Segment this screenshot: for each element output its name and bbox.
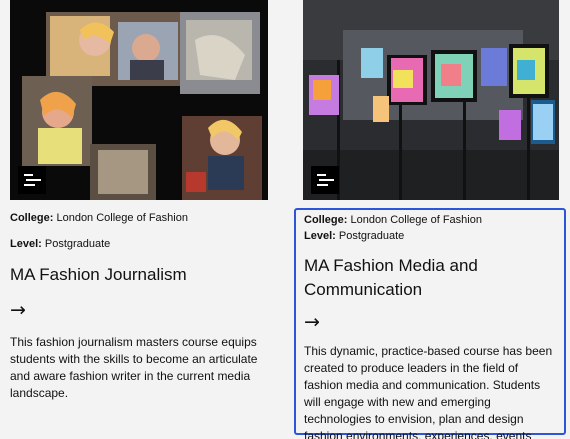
menu-lines-icon: [311, 166, 339, 194]
collage-photo: [10, 0, 268, 200]
course-description: This dynamic, practice-based course has …: [304, 344, 553, 439]
college-line: College: London College of Fashion: [304, 214, 482, 226]
course-image-fashion-journalism[interactable]: [10, 0, 268, 200]
focused-course-info[interactable]: College: London College of Fashion Level…: [294, 208, 566, 439]
course-card-fashion-journalism[interactable]: College: London College of Fashion Level…: [10, 0, 268, 402]
installation-photo: [303, 0, 559, 200]
arrow-right-icon[interactable]: →: [304, 312, 320, 332]
college-line: College: London College of Fashion: [10, 212, 188, 224]
course-card-fashion-media-communication[interactable]: [303, 0, 559, 200]
level-line: Level: Postgraduate: [10, 238, 111, 250]
arrow-right-icon[interactable]: →: [10, 300, 26, 320]
level-line: Level: Postgraduate: [304, 230, 405, 242]
course-title[interactable]: MA Fashion Journalism: [10, 263, 268, 287]
course-title[interactable]: MA Fashion Media and Communication: [304, 254, 556, 302]
course-image-fashion-media-communication[interactable]: [303, 0, 559, 200]
course-description: This fashion journalism masters course e…: [10, 335, 258, 400]
menu-lines-icon: [18, 166, 46, 194]
